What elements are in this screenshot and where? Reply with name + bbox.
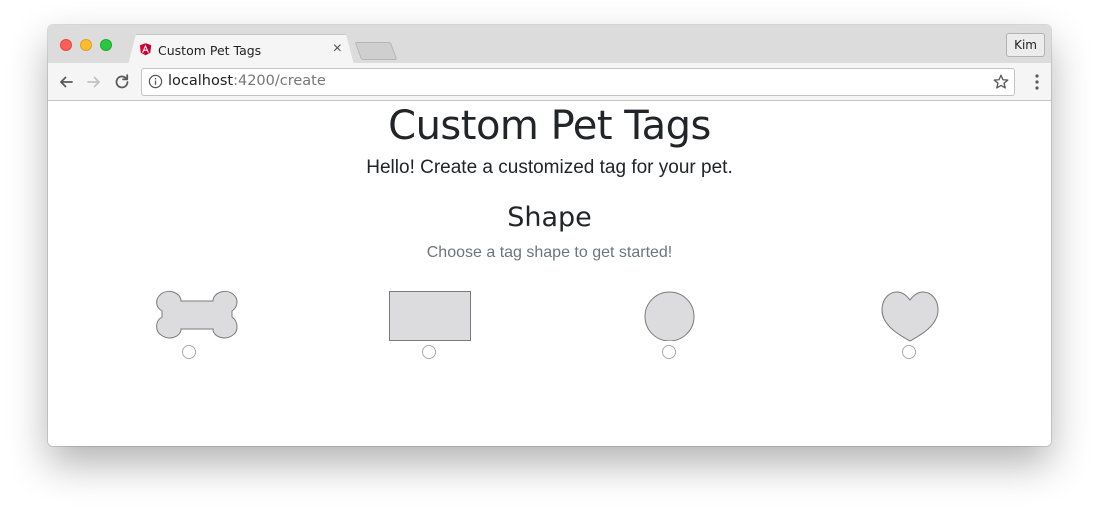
menu-icon[interactable]	[1035, 73, 1039, 91]
shape-radio-heart[interactable]	[902, 345, 916, 359]
rectangle-shape-icon[interactable]	[387, 289, 487, 341]
tab-close-icon[interactable]: ×	[333, 39, 342, 59]
page-title: Custom Pet Tags	[388, 103, 711, 149]
tab-title: Custom Pet Tags	[158, 43, 262, 58]
star-icon[interactable]	[992, 73, 1010, 91]
angular-icon	[138, 41, 153, 57]
minimize-window-button[interactable]	[80, 39, 92, 51]
tab-strip: Custom Pet Tags × Kim	[48, 25, 1051, 64]
forward-arrow-icon[interactable]	[84, 72, 104, 92]
address-bar[interactable]: localhost:4200/create	[141, 68, 1015, 96]
maximize-window-button[interactable]	[100, 39, 112, 51]
new-tab-button[interactable]	[354, 42, 398, 60]
shape-radio-circle[interactable]	[662, 345, 676, 359]
shape-section-title: Shape	[507, 202, 592, 233]
profile-button[interactable]: Kim	[1006, 33, 1045, 57]
shape-option-bone[interactable]	[147, 289, 247, 369]
shape-option-heart[interactable]	[867, 289, 967, 369]
close-window-button[interactable]	[60, 39, 72, 51]
shape-radio-rectangle[interactable]	[422, 345, 436, 359]
toolbar: localhost:4200/create	[48, 63, 1051, 101]
tab-custom-pet-tags[interactable]: Custom Pet Tags ×	[128, 34, 354, 65]
shape-radio-bone[interactable]	[182, 345, 196, 359]
page-subtitle: Hello! Create a customized tag for your …	[366, 157, 733, 178]
browser-window: Custom Pet Tags × Kim localhost:4200/cre…	[48, 25, 1051, 446]
url-path: :4200/create	[233, 73, 326, 89]
back-arrow-icon[interactable]	[56, 72, 76, 92]
reload-icon[interactable]	[112, 72, 132, 92]
shape-section-hint: Choose a tag shape to get started!	[426, 244, 673, 261]
url-host: localhost	[168, 73, 234, 89]
heart-shape-icon[interactable]	[867, 289, 967, 343]
shape-option-rectangle[interactable]	[387, 289, 487, 369]
circle-shape-icon[interactable]	[627, 289, 727, 341]
page-content: Custom Pet Tags Hello! Create a customiz…	[48, 101, 1051, 446]
shape-option-circle[interactable]	[627, 289, 727, 369]
bone-shape-icon[interactable]	[147, 289, 247, 341]
info-icon[interactable]	[148, 74, 163, 89]
url-text: localhost:4200/create	[168, 73, 326, 89]
